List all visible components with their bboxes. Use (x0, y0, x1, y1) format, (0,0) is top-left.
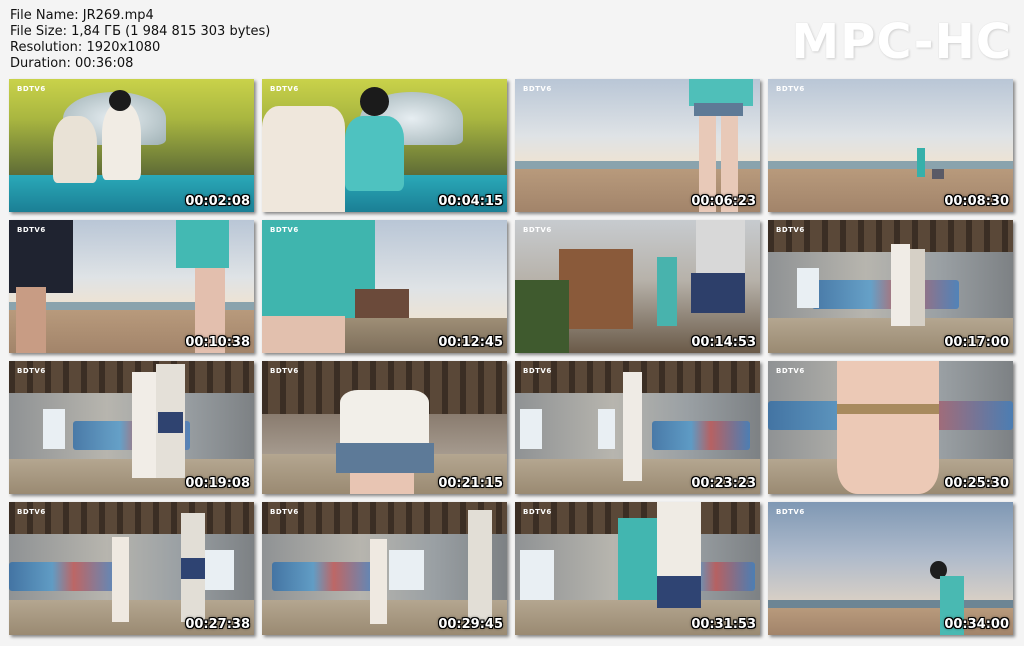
thumbnail[interactable]: BDTV6 00:34:00 (768, 502, 1013, 635)
resolution-line: Resolution: 1920x1080 (10, 40, 161, 55)
channel-watermark: BDTV6 (270, 226, 299, 234)
thumbnail[interactable]: BDTV6 00:29:45 (262, 502, 507, 635)
channel-watermark: BDTV6 (776, 367, 805, 375)
frame-image (768, 79, 1013, 212)
frame-image (515, 220, 760, 353)
timestamp: 00:34:00 (944, 617, 1009, 632)
thumbnail[interactable]: BDTV6 00:06:23 (515, 79, 760, 212)
thumbnail[interactable]: BDTV6 00:21:15 (262, 361, 507, 494)
frame-image (515, 361, 760, 494)
frame-image (768, 220, 1013, 353)
channel-watermark: BDTV6 (523, 85, 552, 93)
frame-image (515, 502, 760, 635)
timestamp: 00:21:15 (438, 476, 503, 491)
thumbnail[interactable]: BDTV6 00:19:08 (9, 361, 254, 494)
thumbnail[interactable]: BDTV6 00:12:45 (262, 220, 507, 353)
channel-watermark: BDTV6 (270, 367, 299, 375)
thumbnail[interactable]: BDTV6 00:31:53 (515, 502, 760, 635)
timestamp: 00:23:23 (691, 476, 756, 491)
file-name-line: File Name: JR269.mp4 (10, 8, 154, 23)
frame-image (9, 79, 254, 212)
channel-watermark: BDTV6 (17, 367, 46, 375)
frame-image (9, 361, 254, 494)
duration-line: Duration: 00:36:08 (10, 56, 134, 71)
timestamp: 00:06:23 (691, 194, 756, 209)
timestamp: 00:10:38 (185, 335, 250, 350)
frame-image (9, 220, 254, 353)
frame-image (262, 502, 507, 635)
channel-watermark: BDTV6 (523, 226, 552, 234)
timestamp: 00:31:53 (691, 617, 756, 632)
file-info-panel: File Name: JR269.mp4 File Size: 1,84 ГБ … (10, 8, 270, 72)
timestamp: 00:04:15 (438, 194, 503, 209)
channel-watermark: BDTV6 (17, 508, 46, 516)
timestamp: 00:19:08 (185, 476, 250, 491)
thumbnail[interactable]: BDTV6 00:23:23 (515, 361, 760, 494)
thumbnail[interactable]: BDTV6 00:10:38 (9, 220, 254, 353)
channel-watermark: BDTV6 (17, 85, 46, 93)
thumbnail[interactable]: BDTV6 00:27:38 (9, 502, 254, 635)
channel-watermark: BDTV6 (17, 226, 46, 234)
channel-watermark: BDTV6 (776, 508, 805, 516)
timestamp: 00:29:45 (438, 617, 503, 632)
frame-image (262, 79, 507, 212)
channel-watermark: BDTV6 (270, 508, 299, 516)
thumbnail[interactable]: BDTV6 00:02:08 (9, 79, 254, 212)
channel-watermark: BDTV6 (270, 85, 299, 93)
thumbnail[interactable]: BDTV6 00:08:30 (768, 79, 1013, 212)
channel-watermark: BDTV6 (523, 367, 552, 375)
timestamp: 00:25:30 (944, 476, 1009, 491)
channel-watermark: BDTV6 (776, 226, 805, 234)
thumbnail-grid: BDTV6 00:02:08 BDTV6 00:04:15 BDTV6 00:0… (9, 79, 1013, 635)
channel-watermark: BDTV6 (523, 508, 552, 516)
frame-image (515, 79, 760, 212)
timestamp: 00:17:00 (944, 335, 1009, 350)
frame-image (262, 220, 507, 353)
frame-image (768, 502, 1013, 635)
frame-image (9, 502, 254, 635)
timestamp: 00:14:53 (691, 335, 756, 350)
timestamp: 00:08:30 (944, 194, 1009, 209)
frame-image (262, 361, 507, 494)
thumbnail[interactable]: BDTV6 00:25:30 (768, 361, 1013, 494)
thumbnail[interactable]: BDTV6 00:04:15 (262, 79, 507, 212)
channel-watermark: BDTV6 (776, 85, 805, 93)
file-size-line: File Size: 1,84 ГБ (1 984 815 303 bytes) (10, 24, 271, 39)
mpc-hc-logo: MPC-HC (791, 14, 1012, 70)
thumbnail[interactable]: BDTV6 00:14:53 (515, 220, 760, 353)
timestamp: 00:12:45 (438, 335, 503, 350)
thumbnail[interactable]: BDTV6 00:17:00 (768, 220, 1013, 353)
timestamp: 00:02:08 (185, 194, 250, 209)
timestamp: 00:27:38 (185, 617, 250, 632)
frame-image (768, 361, 1013, 494)
